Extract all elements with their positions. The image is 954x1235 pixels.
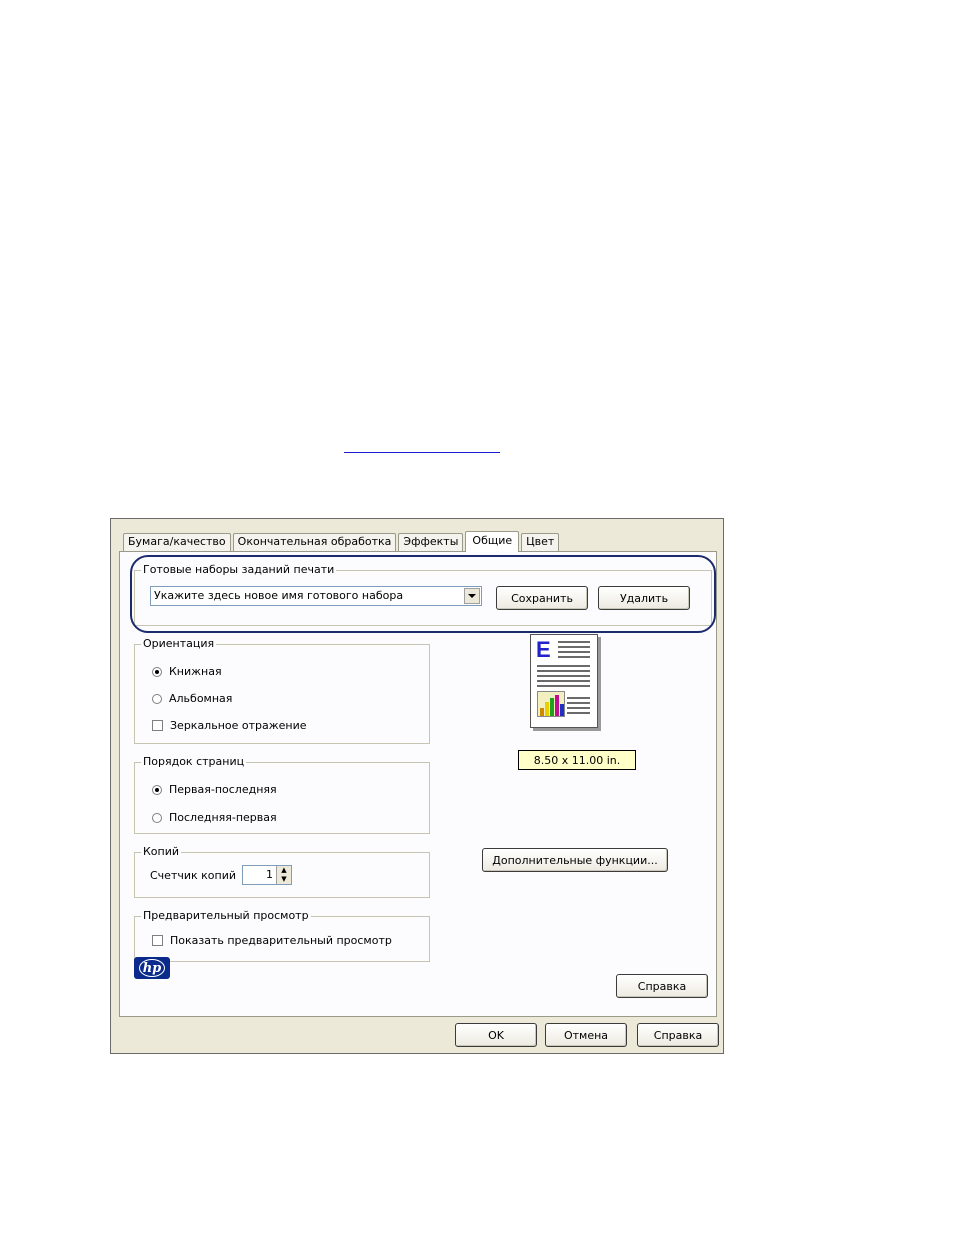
tab-general[interactable]: Общие — [465, 531, 520, 552]
advanced-features-button[interactable]: Дополнительные функции... — [482, 848, 668, 872]
checkbox-unchecked[interactable] — [152, 720, 163, 731]
preview-group-title: Предварительный просмотр — [141, 909, 311, 923]
radio-unselected[interactable] — [152, 693, 162, 704]
portrait-radio[interactable]: Книжная — [152, 665, 222, 678]
show-preview-label: Показать предварительный просмотр — [170, 934, 392, 947]
tab-strip: Бумага/качество Окончательная обработка … — [123, 529, 561, 552]
ok-button[interactable]: OK — [455, 1023, 537, 1047]
hp-logo-icon: hp — [134, 957, 170, 979]
copies-counter-label: Счетчик копий — [150, 869, 237, 882]
paper-size-label: 8.50 x 11.00 in. — [518, 750, 636, 770]
radio-selected[interactable] — [152, 784, 162, 795]
copies-spinner[interactable]: 1 ▲ ▼ — [242, 865, 292, 885]
show-preview-checkbox[interactable]: Показать предварительный просмотр — [152, 934, 392, 947]
page-order-group-title: Порядок страниц — [141, 755, 247, 769]
landscape-radio[interactable]: Альбомная — [152, 692, 232, 705]
mirror-checkbox[interactable]: Зеркальное отражение — [152, 719, 307, 732]
first-last-label: Первая-последняя — [169, 783, 277, 796]
copies-group-title: Копий — [141, 845, 182, 859]
letter-e-graphic: E — [536, 637, 551, 662]
landscape-label: Альбомная — [169, 692, 233, 705]
radio-unselected[interactable] — [152, 812, 162, 823]
spin-down-icon[interactable]: ▼ — [277, 875, 291, 884]
portrait-label: Книжная — [169, 665, 222, 678]
bar-chart-graphic — [537, 691, 565, 717]
cancel-button[interactable]: Отмена — [545, 1023, 627, 1047]
page-preview-icon: E — [530, 634, 598, 728]
dialog-help-button[interactable]: Справка — [637, 1023, 719, 1047]
printer-properties-dialog: Бумага/качество Окончательная обработка … — [110, 518, 724, 1054]
spinner-buttons[interactable]: ▲ ▼ — [276, 866, 291, 884]
tab-panel-general: Готовые наборы заданий печати Укажите зд… — [119, 551, 717, 1017]
first-last-radio[interactable]: Первая-последняя — [152, 783, 277, 796]
tab-paper-quality[interactable]: Бумага/качество — [123, 533, 231, 551]
tab-color[interactable]: Цвет — [521, 533, 560, 551]
checkbox-unchecked[interactable] — [152, 935, 163, 946]
spin-up-icon[interactable]: ▲ — [277, 866, 291, 875]
orientation-group-title: Ориентация — [141, 637, 217, 651]
radio-selected[interactable] — [152, 666, 162, 677]
last-first-radio[interactable]: Последняя-первая — [152, 811, 277, 824]
last-first-label: Последняя-первая — [169, 811, 277, 824]
document-link[interactable] — [344, 436, 500, 453]
presets-highlight-annotation — [130, 555, 716, 633]
mirror-label: Зеркальное отражение — [170, 719, 307, 732]
copies-value: 1 — [266, 868, 273, 881]
tab-finishing[interactable]: Окончательная обработка — [232, 533, 397, 551]
tab-effects[interactable]: Эффекты — [398, 533, 464, 551]
help-button[interactable]: Справка — [616, 974, 708, 998]
